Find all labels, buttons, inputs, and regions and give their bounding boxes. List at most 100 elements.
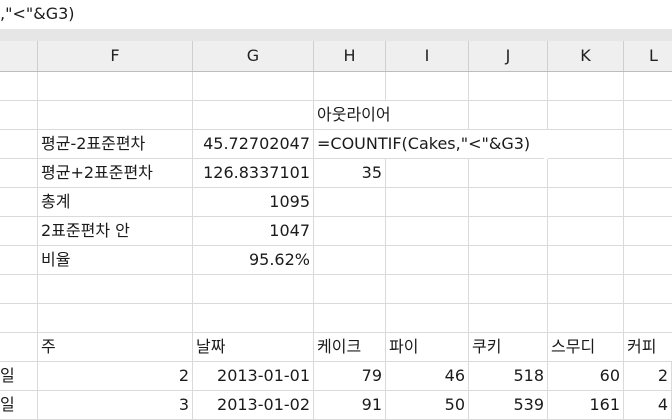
cell-e9[interactable] — [0, 304, 38, 333]
cell-l10[interactable]: 커피 — [624, 333, 672, 362]
cell-g7[interactable]: 95.62% — [193, 246, 314, 275]
spreadsheet-grid[interactable]: 아웃라이어 평균-2표준편차 45.72702047 =COUNTIF(Cake… — [0, 72, 672, 420]
cell-k4[interactable] — [548, 159, 624, 188]
cell-i9[interactable] — [386, 304, 469, 333]
cell-h6[interactable] — [314, 217, 386, 246]
cell-e8[interactable] — [0, 275, 38, 304]
cell-f11[interactable]: 2 — [38, 362, 193, 391]
column-header-g[interactable]: G — [193, 41, 314, 71]
cell-i7[interactable] — [386, 246, 469, 275]
cell-h7[interactable] — [314, 246, 386, 275]
cell-k6[interactable] — [548, 217, 624, 246]
cell-j11[interactable]: 518 — [469, 362, 548, 391]
cell-l6[interactable] — [624, 217, 672, 246]
cell-h2[interactable]: 아웃라이어 — [314, 101, 391, 130]
column-header-k[interactable]: K — [548, 41, 624, 71]
cell-g6[interactable]: 1047 — [193, 217, 314, 246]
cell-k8[interactable] — [548, 275, 624, 304]
cell-k11[interactable]: 60 — [548, 362, 624, 391]
cell-j9[interactable] — [469, 304, 548, 333]
cell-f10[interactable]: 주 — [38, 333, 193, 362]
cell-e2[interactable] — [0, 101, 38, 130]
cell-e12[interactable]: 일 — [0, 391, 38, 420]
cell-k7[interactable] — [548, 246, 624, 275]
cell-i11[interactable]: 46 — [386, 362, 469, 391]
cell-f5[interactable]: 총계 — [38, 188, 193, 217]
column-header-h[interactable]: H — [314, 41, 386, 71]
cell-k2[interactable] — [548, 101, 624, 130]
cell-i1[interactable] — [386, 72, 469, 101]
cell-k9[interactable] — [548, 304, 624, 333]
cell-k12[interactable]: 161 — [548, 391, 624, 420]
cell-l11[interactable]: 2 — [624, 362, 672, 391]
cell-f2[interactable] — [38, 101, 193, 130]
cell-i5[interactable] — [386, 188, 469, 217]
cell-j6[interactable] — [469, 217, 548, 246]
cell-i8[interactable] — [386, 275, 469, 304]
cell-f1[interactable] — [38, 72, 193, 101]
cell-h8[interactable] — [314, 275, 386, 304]
cell-e3[interactable] — [0, 130, 38, 159]
cell-j5[interactable] — [469, 188, 548, 217]
cell-j12[interactable]: 539 — [469, 391, 548, 420]
column-header-i[interactable]: I — [386, 41, 469, 71]
cell-f7[interactable]: 비율 — [38, 246, 193, 275]
cell-e10[interactable] — [0, 333, 38, 362]
cell-j1[interactable] — [469, 72, 548, 101]
cell-f4[interactable]: 평균+2표준편차 — [38, 159, 193, 188]
column-header-f[interactable]: F — [38, 41, 193, 71]
cell-k1[interactable] — [548, 72, 624, 101]
cell-k10[interactable]: 스무디 — [548, 333, 624, 362]
cell-e1[interactable] — [0, 72, 38, 101]
cell-f12[interactable]: 3 — [38, 391, 193, 420]
cell-j8[interactable] — [469, 275, 548, 304]
cell-g3[interactable]: 45.72702047 — [193, 130, 314, 159]
cell-h3-formula[interactable]: =COUNTIF(Cakes,"<"&G3) — [314, 130, 544, 159]
cell-j7[interactable] — [469, 246, 548, 275]
cell-i6[interactable] — [386, 217, 469, 246]
cell-h4[interactable]: 35 — [314, 159, 386, 188]
cell-f8[interactable] — [38, 275, 193, 304]
cell-g11[interactable]: 2013-01-01 — [193, 362, 314, 391]
cell-e4[interactable] — [0, 159, 38, 188]
cell-l1[interactable] — [624, 72, 672, 101]
cell-l5[interactable] — [624, 188, 672, 217]
column-header-j[interactable]: J — [469, 41, 548, 71]
cell-l12[interactable]: 4 — [624, 391, 672, 420]
cell-g9[interactable] — [193, 304, 314, 333]
cell-i12[interactable]: 50 — [386, 391, 469, 420]
cell-e6[interactable] — [0, 217, 38, 246]
cell-g5[interactable]: 1095 — [193, 188, 314, 217]
formula-bar-text[interactable]: ,"<"&G3) — [0, 4, 75, 23]
cell-j10[interactable]: 쿠키 — [469, 333, 548, 362]
cell-h10[interactable]: 케이크 — [314, 333, 386, 362]
cell-l8[interactable] — [624, 275, 672, 304]
column-header-e-partial[interactable] — [0, 41, 38, 71]
cell-f9[interactable] — [38, 304, 193, 333]
cell-l2[interactable] — [624, 101, 672, 130]
cell-e5[interactable] — [0, 188, 38, 217]
cell-f3[interactable]: 평균-2표준편차 — [38, 130, 193, 159]
cell-g4[interactable]: 126.8337101 — [193, 159, 314, 188]
cell-l3[interactable] — [624, 130, 672, 159]
cell-k5[interactable] — [548, 188, 624, 217]
cell-j2[interactable] — [469, 101, 548, 130]
cell-j4[interactable] — [469, 159, 548, 188]
cell-g10[interactable]: 날짜 — [193, 333, 314, 362]
cell-i4[interactable] — [386, 159, 469, 188]
cell-h12[interactable]: 91 — [314, 391, 386, 420]
cell-l7[interactable] — [624, 246, 672, 275]
cell-l4[interactable] — [624, 159, 672, 188]
cell-e11[interactable]: 일 — [0, 362, 38, 391]
formula-bar[interactable]: ,"<"&G3) — [0, 0, 672, 30]
column-header-l[interactable]: L — [624, 41, 672, 71]
cell-h1[interactable] — [314, 72, 386, 101]
cell-i10[interactable]: 파이 — [386, 333, 469, 362]
cell-g2[interactable] — [193, 101, 314, 130]
cell-g1[interactable] — [193, 72, 314, 101]
cell-h5[interactable] — [314, 188, 386, 217]
cell-h9[interactable] — [314, 304, 386, 333]
cell-i2[interactable] — [386, 101, 469, 130]
cell-l9[interactable] — [624, 304, 672, 333]
cell-k3[interactable] — [548, 130, 624, 159]
